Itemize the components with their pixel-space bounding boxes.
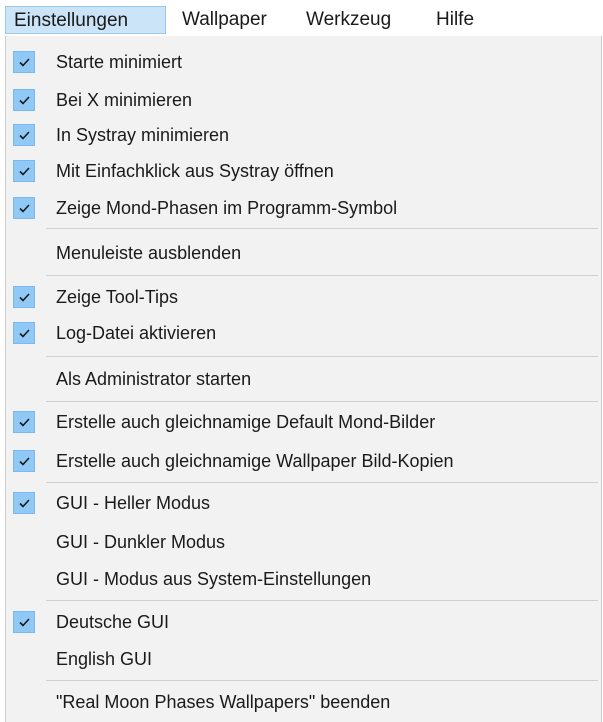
menu-item-gui-dunkler-modus[interactable]: GUI - Dunkler Modus <box>10 523 596 561</box>
menu-separator <box>46 356 598 357</box>
menu-item-label: Erstelle auch gleichnamige Wallpaper Bil… <box>56 451 454 471</box>
checkmark-icon <box>13 286 35 308</box>
checkmark-icon <box>13 611 35 633</box>
checkmark-icon <box>13 450 35 472</box>
menu-separator <box>46 228 598 229</box>
menu-bar: Einstellungen Wallpaper Werkzeug Hilfe <box>0 0 603 38</box>
menu-item-log-datei[interactable]: Log-Datei aktivieren <box>10 314 596 352</box>
menu-einstellungen[interactable]: Einstellungen <box>5 6 166 34</box>
menu-separator <box>46 275 598 276</box>
menu-item-label: GUI - Heller Modus <box>56 493 211 513</box>
menu-separator <box>46 600 598 601</box>
menu-separator <box>46 680 598 681</box>
menu-separator <box>46 482 598 483</box>
menu-item-label: Starte minimiert <box>56 52 183 72</box>
menu-separator <box>46 401 598 402</box>
menu-item-label: Log-Datei aktivieren <box>56 323 217 343</box>
menu-item-label: Bei X minimieren <box>56 90 193 110</box>
menu-item-einfachklick-systray[interactable]: Mit Einfachklick aus Systray öffnen <box>10 152 596 190</box>
menu-item-beenden[interactable]: "Real Moon Phases Wallpapers" beenden <box>10 683 596 721</box>
menu-item-als-administrator[interactable]: Als Administrator starten <box>10 360 596 398</box>
menu-item-bei-x-minimieren[interactable]: Bei X minimieren <box>10 81 596 119</box>
menu-item-label: Als Administrator starten <box>56 369 252 389</box>
menu-item-english-gui[interactable]: English GUI <box>10 640 596 678</box>
einstellungen-dropdown: Starte minimiert Bei X minimieren In Sys… <box>5 36 602 722</box>
menu-item-label: "Real Moon Phases Wallpapers" beenden <box>56 692 391 712</box>
menu-item-in-systray-minimieren[interactable]: In Systray minimieren <box>10 116 596 154</box>
menu-item-deutsche-gui[interactable]: Deutsche GUI <box>10 603 596 641</box>
menu-werkzeug[interactable]: Werkzeug <box>306 6 391 34</box>
menu-wallpaper[interactable]: Wallpaper <box>182 6 267 34</box>
checkmark-icon <box>13 197 35 219</box>
checkmark-icon <box>13 124 35 146</box>
checkmark-icon <box>13 411 35 433</box>
checkmark-icon <box>13 89 35 111</box>
menu-item-label: Mit Einfachklick aus Systray öffnen <box>56 161 334 181</box>
menu-hilfe[interactable]: Hilfe <box>436 6 474 34</box>
menu-item-zeige-tool-tips[interactable]: Zeige Tool-Tips <box>10 278 596 316</box>
menu-item-label: Erstelle auch gleichnamige Default Mond-… <box>56 412 436 432</box>
checkmark-icon <box>13 492 35 514</box>
menu-item-label: Zeige Tool-Tips <box>56 287 179 307</box>
menu-item-label: English GUI <box>56 649 153 669</box>
menu-item-menuleiste-ausblenden[interactable]: Menuleiste ausblenden <box>10 234 596 272</box>
menu-item-mond-phasen-symbol[interactable]: Zeige Mond-Phasen im Programm-Symbol <box>10 189 596 227</box>
checkmark-icon <box>13 51 35 73</box>
menu-item-starte-minimiert[interactable]: Starte minimiert <box>10 43 596 81</box>
menu-item-label: In Systray minimieren <box>56 125 230 145</box>
menu-item-label: GUI - Modus aus System-Einstellungen <box>56 569 372 589</box>
menu-item-label: Menuleiste ausblenden <box>56 243 242 263</box>
menu-item-default-mond-bilder[interactable]: Erstelle auch gleichnamige Default Mond-… <box>10 403 596 441</box>
checkmark-icon <box>13 322 35 344</box>
menu-item-gui-heller-modus[interactable]: GUI - Heller Modus <box>10 484 596 522</box>
menu-item-wallpaper-bild-kopien[interactable]: Erstelle auch gleichnamige Wallpaper Bil… <box>10 442 596 480</box>
menu-item-label: Deutsche GUI <box>56 612 170 632</box>
menu-item-gui-modus-system[interactable]: GUI - Modus aus System-Einstellungen <box>10 560 596 598</box>
menu-item-label: GUI - Dunkler Modus <box>56 532 226 552</box>
menu-item-label: Zeige Mond-Phasen im Programm-Symbol <box>56 198 398 218</box>
checkmark-icon <box>13 160 35 182</box>
